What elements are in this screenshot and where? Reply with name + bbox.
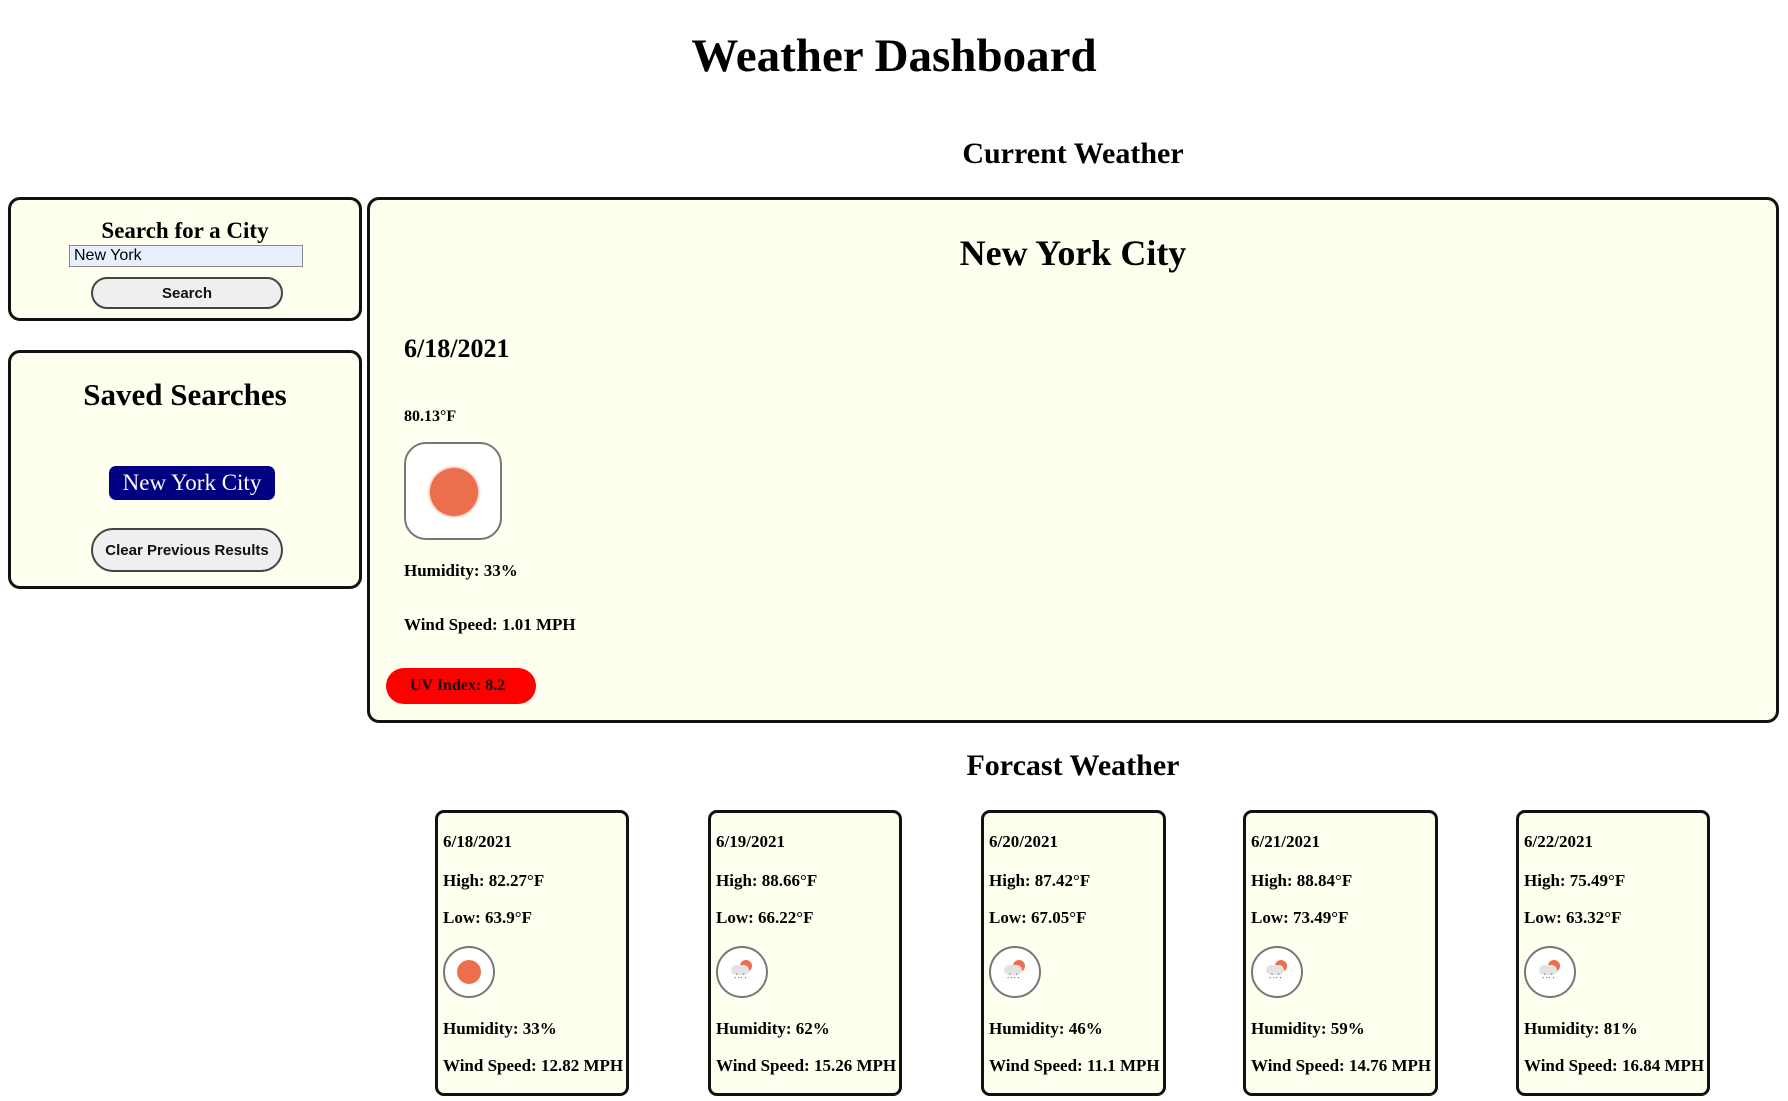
forecast-date: 6/22/2021 [1524,832,1593,851]
forecast-card: 6/20/2021 High: 87.42°F Low: 67.05°F ∴∴ … [981,810,1166,1096]
search-button[interactable]: Search [91,277,283,309]
forecast-wind-speed: Wind Speed: 14.76 MPH [1251,1056,1432,1075]
current-temperature: 80.13°F [404,408,457,425]
forecast-card: 6/19/2021 High: 88.66°F Low: 66.22°F ∴∴ … [708,810,902,1096]
forecast-high: High: 87.42°F [989,871,1091,890]
forecast-date: 6/20/2021 [989,832,1058,851]
rain-drops: ∴∴ [1007,972,1021,982]
forecast-low: Low: 67.05°F [989,908,1087,927]
forecast-date: 6/21/2021 [1251,832,1320,851]
search-input[interactable] [69,245,303,267]
forecast-low: Low: 63.32°F [1524,908,1622,927]
rain-icon: ∴∴ [989,946,1041,998]
search-panel: Search for a City Search [8,197,362,321]
forecast-high: High: 82.27°F [443,871,545,890]
sun-shape [457,960,481,984]
forecast-wind-speed: Wind Speed: 15.26 MPH [716,1056,897,1075]
forecast-humidity: Humidity: 33% [443,1019,557,1038]
uv-index-badge: UV Index: 8.2 [386,668,536,704]
search-title: Search for a City [101,218,269,243]
forecast-weather-heading: Forcast Weather [966,749,1180,782]
sun-icon [404,442,502,540]
forecast-humidity: Humidity: 81% [1524,1019,1638,1038]
forecast-low: Low: 63.9°F [443,908,532,927]
forecast-card: 6/21/2021 High: 88.84°F Low: 73.49°F ∴∴ … [1243,810,1438,1096]
forecast-date: 6/18/2021 [443,832,512,851]
rain-icon: ∴∴ [716,946,768,998]
forecast-humidity: Humidity: 62% [716,1019,830,1038]
forecast-card: 6/18/2021 High: 82.27°F Low: 63.9°F Humi… [435,810,629,1096]
sun-icon [443,946,495,998]
forecast-low: Low: 73.49°F [1251,908,1349,927]
clear-results-button[interactable]: Clear Previous Results [91,528,283,572]
forecast-wind-speed: Wind Speed: 16.84 MPH [1524,1056,1705,1075]
current-weather-panel: New York City 6/18/2021 80.13°F Humidity… [367,197,1779,723]
rain-drops: ∴∴ [1269,972,1283,982]
rain-drops: ∴∴ [1542,972,1556,982]
rain-icon: ∴∴ [1524,946,1576,998]
forecast-high: High: 88.84°F [1251,871,1353,890]
saved-searches-title: Saved Searches [83,377,287,412]
forecast-date: 6/19/2021 [716,832,785,851]
current-weather-heading: Current Weather [962,137,1184,170]
forecast-high: High: 75.49°F [1524,871,1626,890]
forecast-high: High: 88.66°F [716,871,818,890]
forecast-card: 6/22/2021 High: 75.49°F Low: 63.32°F ∴∴ … [1516,810,1710,1096]
current-city-name: New York City [959,233,1187,273]
forecast-low: Low: 66.22°F [716,908,814,927]
forecast-wind-speed: Wind Speed: 11.1 MPH [989,1056,1160,1075]
current-wind-speed: Wind Speed: 1.01 MPH [404,615,576,634]
current-humidity: Humidity: 33% [404,561,518,580]
page-title: Weather Dashboard [691,30,1097,82]
forecast-humidity: Humidity: 59% [1251,1019,1365,1038]
forecast-wind-speed: Wind Speed: 12.82 MPH [443,1056,624,1075]
rain-drops: ∴∴ [734,972,748,982]
rain-icon: ∴∴ [1251,946,1303,998]
current-date: 6/18/2021 [404,334,510,363]
sun-shape [430,468,478,516]
forecast-humidity: Humidity: 46% [989,1019,1103,1038]
saved-searches-panel: Saved Searches New York City Clear Previ… [8,350,362,589]
saved-search-item[interactable]: New York City [109,466,275,500]
